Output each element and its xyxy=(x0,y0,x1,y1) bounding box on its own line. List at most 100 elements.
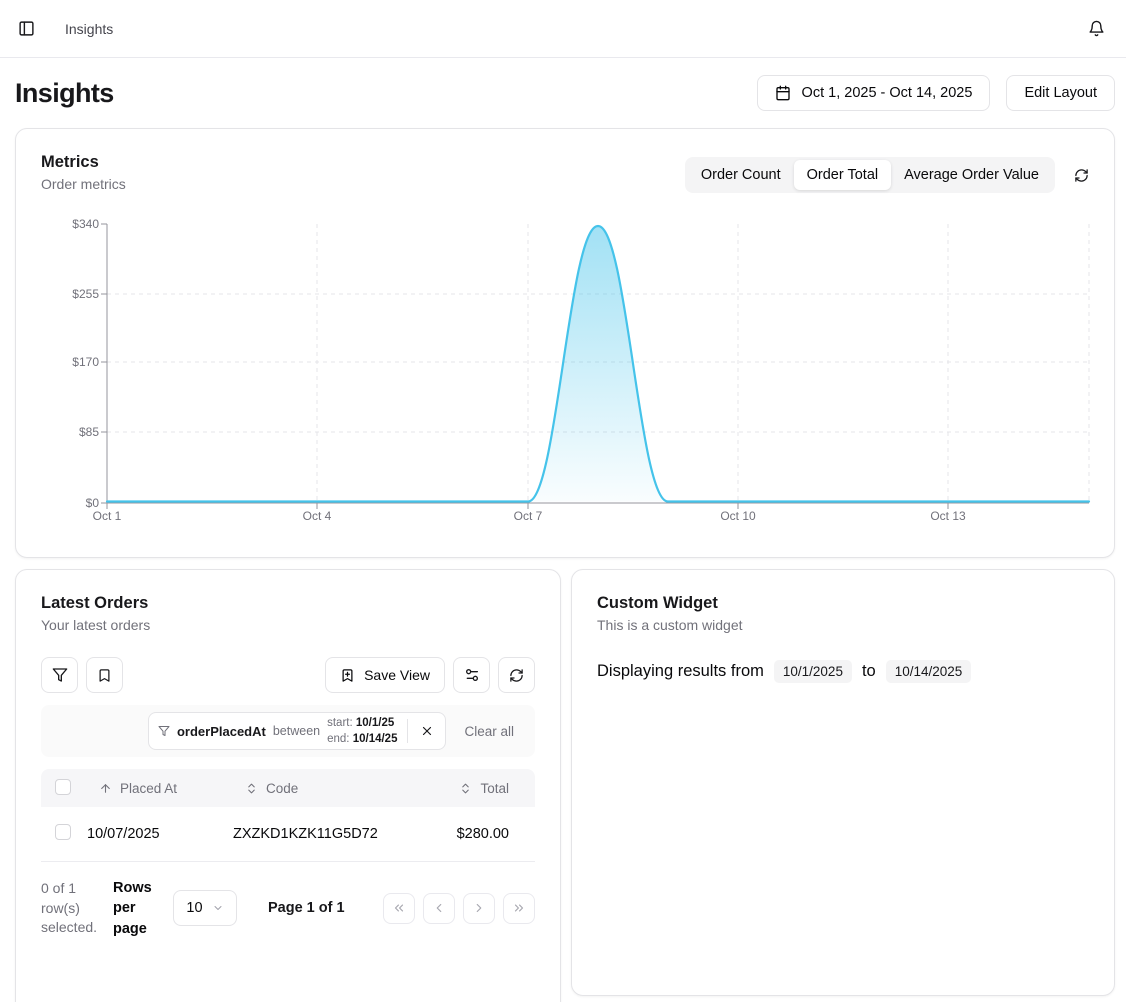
page-size-value: 10 xyxy=(186,900,202,916)
arrow-up-icon xyxy=(99,782,112,795)
chevron-right-icon xyxy=(472,901,486,915)
active-filters-bar: orderPlacedAt between start: 10/1/25 end… xyxy=(41,705,535,757)
save-view-label: Save View xyxy=(364,667,430,683)
custom-widget-card: Custom Widget This is a custom widget Di… xyxy=(571,569,1115,996)
edit-layout-button[interactable]: Edit Layout xyxy=(1006,75,1115,111)
column-header-code: Code xyxy=(266,781,298,796)
chevrons-up-down-icon xyxy=(245,782,258,795)
filter-end-label: end: xyxy=(327,733,349,745)
filter-icon xyxy=(158,725,170,737)
edit-layout-label: Edit Layout xyxy=(1024,85,1097,101)
bell-icon xyxy=(1088,20,1105,37)
filter-range: start: 10/1/25 end: 10/14/25 xyxy=(327,715,397,747)
date-range-button[interactable]: Oct 1, 2025 - Oct 14, 2025 xyxy=(757,75,991,111)
orders-toolbar: Save View xyxy=(41,657,535,693)
orders-table-header: Placed At Code Total xyxy=(41,769,535,807)
latest-orders-subtitle: Your latest orders xyxy=(41,617,535,633)
x-axis-tick: Oct 1 xyxy=(93,509,122,523)
tab-order-count[interactable]: Order Count xyxy=(688,160,794,190)
calendar-icon xyxy=(775,85,791,101)
latest-orders-card: Latest Orders Your latest orders xyxy=(15,569,561,1002)
next-page-button[interactable] xyxy=(463,893,495,924)
row-checkbox[interactable] xyxy=(55,824,71,840)
chevrons-right-icon xyxy=(512,901,526,915)
orders-pagination: 0 of 1 row(s) selected. Rows per page 10… xyxy=(41,878,535,939)
views-button[interactable] xyxy=(86,657,123,693)
x-axis-tick: Oct 4 xyxy=(303,509,332,523)
filter-end-value: 10/14/25 xyxy=(353,733,398,745)
filter-field: orderPlacedAt xyxy=(177,724,266,739)
bookmark-icon xyxy=(97,668,112,683)
order-total-area-chart: $340 $255 $170 $85 $0 xyxy=(41,212,1089,526)
topbar: Insights xyxy=(0,0,1126,58)
remove-filter-button[interactable] xyxy=(418,722,436,740)
previous-page-button[interactable] xyxy=(423,893,455,924)
page-info: Page 1 of 1 xyxy=(268,900,345,916)
chevron-left-icon xyxy=(432,901,446,915)
metrics-card-header: Metrics Order metrics Order Count Order … xyxy=(41,153,1089,193)
x-axis-tick: Oct 10 xyxy=(720,509,755,523)
rows-per-page-label: Rows per page xyxy=(113,878,161,939)
notifications-button[interactable] xyxy=(1088,20,1105,37)
sort-total-button[interactable]: Total xyxy=(459,781,509,796)
filter-button[interactable] xyxy=(41,657,78,693)
refresh-icon xyxy=(509,668,524,683)
bookmark-plus-icon xyxy=(340,668,355,683)
column-header-total: Total xyxy=(480,781,509,796)
x-axis-tick: Oct 7 xyxy=(514,509,543,523)
orders-toolbar-right: Save View xyxy=(325,657,535,693)
metrics-refresh-button[interactable] xyxy=(1074,168,1089,183)
select-all-checkbox[interactable] xyxy=(55,779,71,795)
custom-widget-title: Custom Widget xyxy=(597,594,1089,613)
filter-chip-order-placed-at[interactable]: orderPlacedAt between start: 10/1/25 end… xyxy=(148,712,447,750)
refresh-icon xyxy=(1074,168,1089,183)
bottom-row: Latest Orders Your latest orders xyxy=(15,569,1115,1002)
close-icon xyxy=(420,724,434,738)
page-size-select[interactable]: 10 xyxy=(173,890,237,926)
custom-widget-text: Displaying results from 10/1/2025 to 10/… xyxy=(597,660,1089,683)
metrics-title: Metrics xyxy=(41,153,126,172)
chip-divider xyxy=(407,719,408,743)
tab-order-total[interactable]: Order Total xyxy=(794,160,891,190)
selected-rows-text: 0 of 1 row(s) selected. xyxy=(41,879,107,939)
chevrons-up-down-icon xyxy=(459,782,472,795)
insights-page: Insights Insights Oct 1, 2025 - Oct 14, … xyxy=(0,0,1126,1002)
results-connector: to xyxy=(862,662,876,681)
breadcrumb: Insights xyxy=(65,21,113,37)
pager-buttons xyxy=(383,893,535,924)
sort-code-button[interactable]: Code xyxy=(233,781,439,796)
view-options-button[interactable] xyxy=(453,657,490,693)
latest-orders-title: Latest Orders xyxy=(41,594,535,613)
metrics-card: Metrics Order metrics Order Count Order … xyxy=(15,128,1115,558)
filter-icon xyxy=(52,667,68,683)
date-range-label: Oct 1, 2025 - Oct 14, 2025 xyxy=(802,85,973,101)
page-header: Insights Oct 1, 2025 - Oct 14, 2025 Edit… xyxy=(0,58,1126,128)
x-axis-tick: Oct 13 xyxy=(930,509,965,523)
chart-plot-area xyxy=(41,212,1091,526)
settings-sliders-icon xyxy=(464,667,480,683)
clear-all-filters-button[interactable]: Clear all xyxy=(464,724,514,739)
sort-placed-at-button[interactable]: Placed At xyxy=(87,781,233,796)
cell-placed-at: 10/07/2025 xyxy=(87,826,233,842)
first-page-button[interactable] xyxy=(383,893,415,924)
header-actions: Oct 1, 2025 - Oct 14, 2025 Edit Layout xyxy=(757,75,1115,111)
metrics-subtitle: Order metrics xyxy=(41,176,126,192)
table-row: 10/07/2025 ZXZKD1KZK11G5D72 $280.00 xyxy=(41,807,535,862)
filter-operator: between xyxy=(273,724,320,738)
save-view-button[interactable]: Save View xyxy=(325,657,445,693)
filter-start-value: 10/1/25 xyxy=(356,717,394,729)
to-date-pill: 10/14/2025 xyxy=(886,660,972,683)
cell-total: $280.00 xyxy=(439,826,535,842)
last-page-button[interactable] xyxy=(503,893,535,924)
orders-refresh-button[interactable] xyxy=(498,657,535,693)
results-prefix: Displaying results from xyxy=(597,662,764,681)
sidebar-toggle-button[interactable] xyxy=(18,20,35,37)
metrics-controls: Order Count Order Total Average Order Va… xyxy=(685,157,1089,193)
tab-average-order-value[interactable]: Average Order Value xyxy=(891,160,1052,190)
metrics-tabs: Order Count Order Total Average Order Va… xyxy=(685,157,1055,193)
column-header-placed-at: Placed At xyxy=(120,781,177,796)
from-date-pill: 10/1/2025 xyxy=(774,660,852,683)
custom-widget-subtitle: This is a custom widget xyxy=(597,617,1089,633)
cell-code: ZXZKD1KZK11G5D72 xyxy=(233,826,439,842)
page-title: Insights xyxy=(15,78,114,109)
